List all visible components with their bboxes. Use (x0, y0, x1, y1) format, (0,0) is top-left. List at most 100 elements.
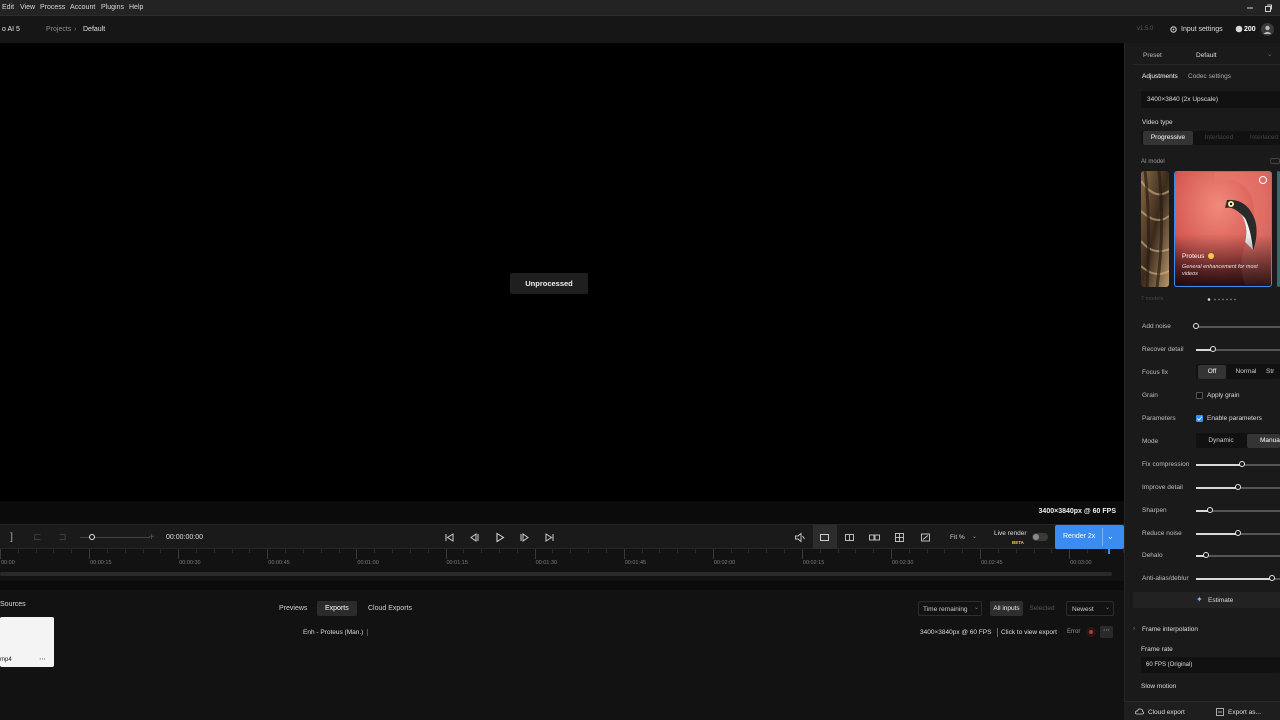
timeline-minor-tick (855, 549, 857, 553)
menu-bar: Edit View Process Account Plugins Help (0, 0, 1280, 16)
playhead-marker[interactable] (1108, 549, 1110, 554)
app-header: o AI 5 Projects › Default v1.5.0 Input s… (0, 16, 1280, 43)
tab-adjustments[interactable]: Adjustments (1142, 73, 1178, 80)
mark-out-icon[interactable]: ⊐ (57, 532, 68, 543)
antialias-knob[interactable] (1268, 575, 1275, 581)
frame-interpolation-label[interactable]: Frame interpolation (1142, 626, 1198, 633)
preset-dropdown[interactable]: Default (1196, 52, 1217, 59)
antialias-fill (1196, 578, 1272, 580)
timeline-minor-tick (730, 549, 732, 553)
video-type-interlaced-2[interactable]: Interlaced (1244, 131, 1280, 145)
timeline-minor-tick (766, 549, 768, 553)
live-render-label: Live render (994, 530, 1027, 537)
menu-account[interactable]: Account (70, 4, 95, 11)
step-forward-icon[interactable] (519, 532, 530, 543)
breadcrumb-projects[interactable]: Projects (46, 26, 71, 33)
model-view-toggle-icon[interactable] (1270, 158, 1280, 164)
sort-dropdown[interactable]: Time remaining ⌄ (918, 601, 982, 616)
mute-icon[interactable] (794, 532, 805, 543)
improve-detail-label: Improve detail (1142, 484, 1183, 491)
model-name: Proteus (1182, 253, 1205, 260)
export-row[interactable]: Enh - Proteus (Man.) 3400×3840px @ 60 FP… (0, 623, 1124, 641)
improve-detail-knob[interactable] (1235, 484, 1241, 490)
menu-edit[interactable]: Edit (2, 4, 14, 11)
mode-manual[interactable]: Manua (1247, 434, 1280, 448)
gear-icon[interactable] (1169, 25, 1178, 34)
model-card-previous[interactable] (1141, 171, 1169, 287)
step-back-icon[interactable] (469, 532, 480, 543)
filter-all-inputs[interactable]: All inputs (990, 601, 1023, 616)
video-type-progressive[interactable]: Progressive (1143, 131, 1193, 145)
export-footer: Cloud export Export as... (1124, 701, 1280, 720)
resolution-dropdown[interactable]: 3400×3840 (2x Upscale) (1141, 91, 1280, 108)
preview-viewer[interactable] (0, 43, 1124, 501)
zoom-plus-icon[interactable]: + (146, 532, 157, 543)
antialias-label: Anti-alias/deblur (1142, 575, 1189, 582)
skip-end-icon[interactable] (544, 532, 555, 543)
frame-interp-chevron-icon[interactable]: › (1133, 625, 1135, 632)
preset-chevron-icon[interactable]: ⌄ (1267, 50, 1272, 58)
estimate-button[interactable]: ✦ Estimate (1133, 592, 1280, 608)
cloud-export-button[interactable]: Cloud export (1148, 709, 1185, 716)
enable-parameters-checkbox[interactable] (1196, 415, 1203, 422)
timeline-track[interactable] (0, 572, 1112, 576)
menu-process[interactable]: Process (40, 4, 65, 11)
bracket-icon[interactable]: ] (6, 532, 17, 543)
timeline-minor-tick (1087, 549, 1089, 553)
export-more-icon[interactable]: ⋯ (1100, 626, 1113, 638)
focus-fix-strong[interactable]: Str (1266, 365, 1280, 379)
zoom-chevron-icon[interactable]: ⌄ (972, 533, 977, 540)
timeline-tick-label: 00:03:00 (1070, 560, 1092, 566)
timeline-minor-tick (285, 549, 287, 553)
recover-detail-knob[interactable] (1209, 346, 1216, 352)
view-grid-icon[interactable] (894, 532, 905, 543)
mode-label: Mode (1142, 438, 1159, 445)
minimize-icon[interactable] (1245, 3, 1255, 13)
carousel-dots[interactable] (1207, 298, 1239, 301)
video-type-interlaced[interactable]: Interlaced (1196, 131, 1242, 145)
mark-in-icon[interactable]: ⊏ (32, 532, 43, 543)
view-split-icon[interactable] (844, 532, 855, 543)
tab-exports[interactable]: Exports (317, 601, 357, 616)
tab-previews[interactable]: Previews (271, 601, 315, 616)
menu-view[interactable]: View (20, 4, 35, 11)
avatar[interactable] (1261, 23, 1274, 36)
view-single-icon[interactable] (819, 532, 830, 543)
add-noise-knob[interactable] (1193, 323, 1199, 329)
tab-cloud-exports[interactable]: Cloud Exports (360, 601, 420, 616)
timeline-tick-label: 00:02:45 (981, 560, 1003, 566)
zoom-fit-dropdown[interactable]: Fit % (950, 534, 965, 541)
export-as-button[interactable]: Export as... (1228, 709, 1261, 716)
menu-help[interactable]: Help (129, 4, 143, 11)
order-dropdown[interactable]: Newest ⌄ (1066, 601, 1114, 616)
render-button[interactable]: Render 2x ⌄ (1055, 525, 1124, 549)
apply-grain-checkbox[interactable] (1196, 392, 1203, 399)
filter-selected[interactable]: Selected (1025, 601, 1059, 616)
focus-fix-off[interactable]: Off (1198, 365, 1226, 379)
mode-dynamic[interactable]: Dynamic (1198, 434, 1244, 448)
menu-plugins[interactable]: Plugins (101, 4, 124, 11)
grain-label: Grain (1142, 392, 1158, 399)
focus-fix-normal[interactable]: Normal (1231, 365, 1261, 379)
add-noise-slider[interactable] (1196, 326, 1280, 328)
timeline-tick (356, 549, 358, 559)
view-export-link[interactable]: Click to view export (1001, 629, 1057, 636)
render-dropdown-icon[interactable]: ⌄ (1107, 532, 1114, 541)
frame-rate-dropdown[interactable]: 60 FPS (Original) (1141, 657, 1280, 673)
render-button-label: Render 2x (1063, 533, 1096, 540)
skip-start-icon[interactable] (444, 532, 455, 543)
live-render-toggle[interactable] (1032, 533, 1048, 541)
crop-view-icon[interactable] (920, 532, 931, 543)
reduce-noise-knob[interactable] (1235, 530, 1241, 536)
view-side-by-side-icon[interactable] (869, 532, 880, 543)
breadcrumb-chevron-icon: › (74, 26, 77, 33)
model-card-proteus[interactable]: Proteus General enhancement for most vid… (1174, 171, 1272, 287)
timeline-ruler[interactable]: 00:00 00:00:15 00:00:30 00:00:45 00:01:00 00:… (0, 549, 1124, 581)
tab-codec-settings[interactable]: Codec settings (1188, 73, 1231, 80)
zoom-slider-knob[interactable] (89, 534, 95, 540)
input-settings-button[interactable]: Input settings (1181, 26, 1223, 33)
timeline-minor-tick (908, 549, 910, 553)
play-icon[interactable] (494, 532, 505, 543)
source-more-icon[interactable]: ⋯ (39, 655, 46, 663)
restore-icon[interactable] (1263, 3, 1273, 13)
